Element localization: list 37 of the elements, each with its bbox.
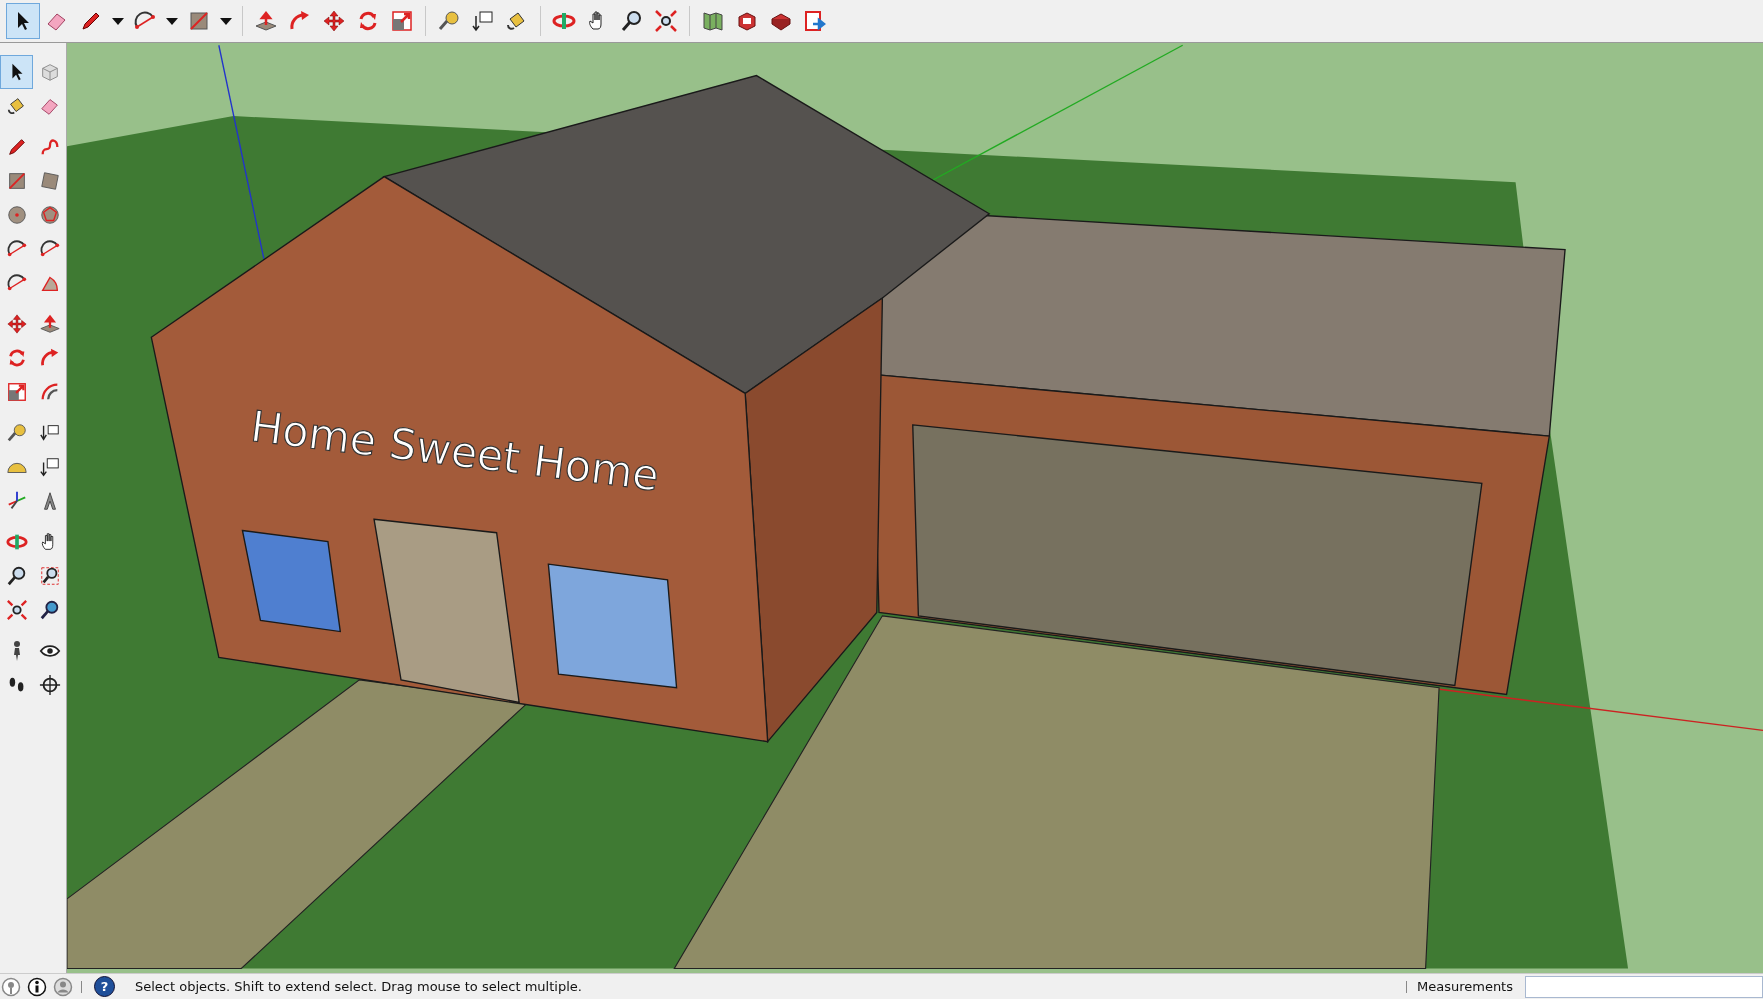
curved-arrow-icon [38,347,61,369]
four-way-arrow-icon [5,313,28,335]
caret-icon [166,17,178,25]
caret-icon [112,17,124,25]
user-icon[interactable] [53,976,73,997]
label-icon [38,456,61,478]
select-tool-button[interactable] [6,3,40,39]
model-text: Home Sweet Home [248,400,662,501]
four-way-arrow-icon [322,9,346,33]
circle-icon [5,204,28,226]
measurements-label: Measurements [1416,979,1513,994]
info-icon[interactable] [27,976,47,997]
tape-measure-icon [5,422,28,444]
zoom-extents-icon [5,599,28,621]
scale-icon [390,9,414,33]
push-pull-icon [38,313,61,335]
help-icon[interactable]: ? [94,976,115,997]
magnifier-icon [38,599,61,621]
crosshair-icon [38,674,61,696]
rectangle-icon [187,9,211,33]
polygon-icon [38,204,61,226]
magnifier-frame-icon [38,565,61,587]
caret-icon [220,17,232,25]
magnifier-icon [620,9,644,33]
zoom-extents-icon [654,9,678,33]
dimension-icon [38,422,61,444]
magnifier-icon [5,565,28,587]
status-message: Select objects. Shift to extend select. Drag mouse to select multiple. [135,979,583,994]
document-arrow-icon [803,9,827,33]
label-icon [471,9,495,33]
measurements-field[interactable] [1525,975,1763,998]
location-pin-icon[interactable] [1,976,21,997]
scale-icon [5,381,28,403]
select-tool-button[interactable] [0,55,33,89]
push-pull-icon [254,9,278,33]
map-icon [701,9,725,33]
tape-measure-icon [437,9,461,33]
